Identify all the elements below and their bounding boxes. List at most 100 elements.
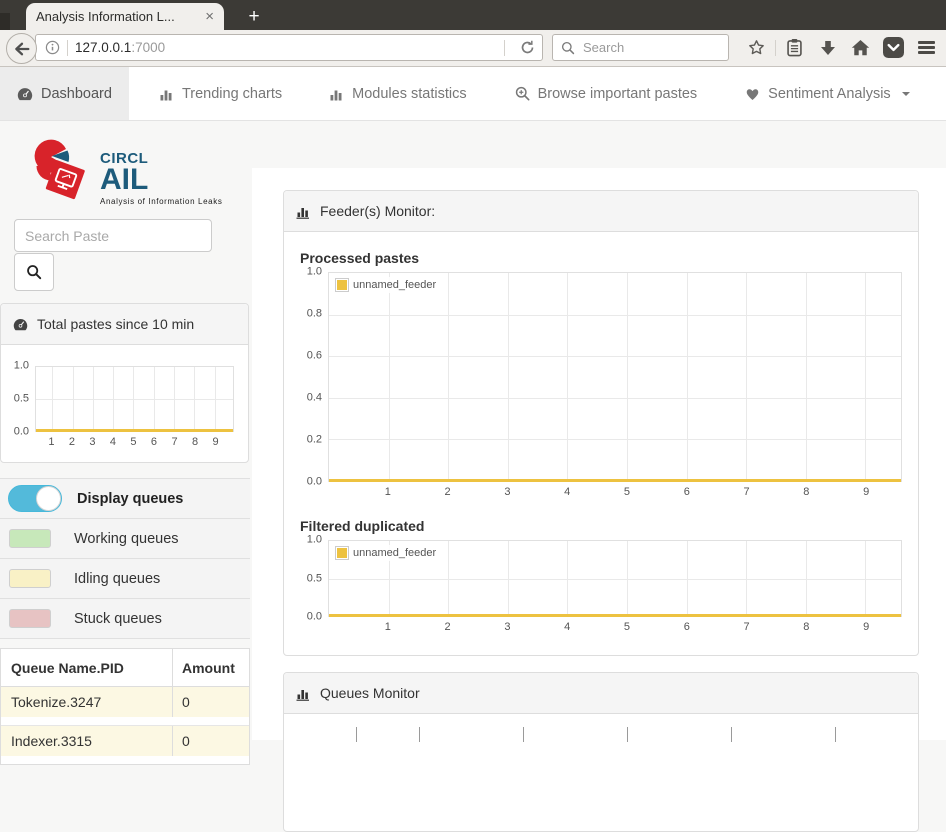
- queues-monitor-chart: [316, 714, 902, 832]
- total-pastes-chart: 1.0 0.5 0.0 123456789: [5, 359, 234, 450]
- queues-monitor-panel: Queues Monitor: [283, 672, 919, 832]
- x-axis-labels: 123456789: [48, 436, 219, 448]
- tab-title: Analysis Information L...: [36, 9, 175, 24]
- pocket-button[interactable]: [877, 33, 910, 63]
- nav-item-trending-charts[interactable]: Trending charts: [143, 67, 299, 120]
- series-line: [36, 429, 233, 432]
- menu-icon: [918, 38, 935, 56]
- nav-item-browse-important-pastes[interactable]: Browse important pastes: [498, 67, 715, 120]
- processed-pastes-chart: 1.0 0.8 0.6 0.4 0.2 0.0 unnamed_feeder 123456…: [298, 265, 902, 504]
- amount-cell: 0: [172, 687, 249, 717]
- back-button[interactable]: [6, 33, 37, 64]
- search-icon: [561, 41, 575, 55]
- star-icon: [747, 38, 766, 57]
- plot-area: [35, 366, 234, 432]
- url-divider: [67, 39, 68, 56]
- browser-search-bar[interactable]: [552, 34, 729, 61]
- total-pastes-panel: Total pastes since 10 min 1.0 0.5 0.0 1234…: [0, 303, 249, 463]
- logo-product: AIL: [100, 163, 149, 196]
- site-navbar: Dashboard Trending charts Modules statis…: [0, 67, 946, 121]
- working-queues-row: Working queues: [0, 519, 250, 559]
- table-row: Tokenize.3247 0: [1, 687, 249, 717]
- home-button[interactable]: [844, 33, 877, 63]
- legend-swatch: [335, 278, 349, 292]
- queues-monitor-header: Queues Monitor: [284, 673, 918, 714]
- nav-item-label: Dashboard: [41, 85, 112, 102]
- reload-icon: [520, 40, 535, 55]
- nav-item-dashboard[interactable]: Dashboard: [0, 67, 129, 120]
- nav-item-label: Trending charts: [181, 85, 283, 102]
- reload-button[interactable]: [512, 40, 542, 55]
- queue-name-cell: Indexer.3315: [11, 733, 92, 749]
- search-icon: [26, 264, 42, 280]
- stuck-queues-label: Stuck queues: [74, 610, 162, 627]
- display-queues-toggle[interactable]: [8, 485, 62, 512]
- working-queues-swatch: [9, 529, 51, 548]
- nav-item-modules-statistics[interactable]: Modules statistics: [313, 67, 483, 120]
- queue-name-cell: Tokenize.3247: [11, 694, 102, 710]
- queue-table-header: Queue Name.PID Amount: [1, 649, 249, 687]
- queue-status-table: Queue Name.PID Amount Tokenize.3247 0 In…: [0, 648, 250, 765]
- download-icon: [820, 40, 836, 56]
- queue-name-header: Queue Name.PID: [11, 659, 124, 676]
- total-pastes-panel-header: Total pastes since 10 min: [1, 304, 248, 345]
- tab-close-icon[interactable]: ×: [205, 9, 214, 24]
- filtered-duplicated-chart: 1.0 0.5 0.0 unnamed_feeder 123456789: [298, 533, 902, 639]
- feeder-monitor-panel: Feeder(s) Monitor: Processed pastes 1.0 0…: [283, 190, 919, 656]
- search-paste-input[interactable]: [14, 219, 212, 252]
- y-axis-labels: 1.0 0.8 0.6 0.4 0.2 0.0: [306, 265, 322, 488]
- nav-item-sentiment-analysis[interactable]: Sentiment Analysis: [728, 67, 927, 120]
- nav-item-label: Modules statistics: [352, 85, 467, 102]
- total-pastes-title: Total pastes since 10 min: [37, 316, 195, 332]
- processed-pastes-title: Processed pastes: [300, 250, 420, 266]
- series-line: [329, 614, 901, 617]
- search-paste-button[interactable]: [14, 253, 54, 291]
- browser-toolbar: 127.0.0.1:7000: [0, 30, 946, 67]
- toolbar-divider: [775, 39, 776, 56]
- browser-tab[interactable]: Analysis Information L... ×: [26, 3, 224, 30]
- x-axis-labels: 123456789: [384, 621, 870, 633]
- ail-logo: CIRCL AIL Analysis of Information Leaks: [24, 138, 222, 208]
- url-host: 127.0.0.1: [75, 40, 132, 55]
- reload-divider: [504, 39, 505, 56]
- info-icon[interactable]: [45, 40, 60, 55]
- browser-tab-bar: Analysis Information L... × +: [0, 0, 946, 30]
- url-port: :7000: [131, 40, 166, 55]
- amount-cell: 0: [172, 726, 249, 756]
- caret-down-icon: [901, 91, 910, 96]
- feeder-monitor-title: Feeder(s) Monitor:: [320, 203, 436, 219]
- queue-legend-list: Display queues Working queues Idling que…: [0, 478, 250, 639]
- bar-chart-icon: [160, 87, 174, 101]
- bookmark-star-button[interactable]: [740, 33, 773, 63]
- reading-list-icon: [786, 38, 803, 57]
- tab-bar-notch: [0, 13, 10, 30]
- back-icon: [14, 42, 30, 56]
- search-plus-icon: [515, 86, 530, 101]
- heart-icon: [745, 87, 760, 101]
- y-axis-labels: 1.0 0.5 0.0: [306, 533, 322, 623]
- display-queues-label: Display queues: [77, 490, 184, 507]
- series-line: [329, 479, 901, 482]
- new-tab-button[interactable]: +: [236, 3, 272, 30]
- chart-legend: unnamed_feeder: [334, 545, 441, 561]
- bar-chart-icon: [296, 686, 311, 701]
- amount-header: Amount: [172, 649, 249, 686]
- queues-monitor-title: Queues Monitor: [320, 685, 420, 701]
- plot-area: unnamed_feeder: [328, 540, 902, 617]
- reading-list-button[interactable]: [778, 33, 811, 63]
- home-icon: [851, 39, 870, 56]
- menu-button[interactable]: [910, 33, 943, 63]
- display-queues-row: Display queues: [0, 479, 250, 519]
- browser-search-input[interactable]: [581, 39, 720, 56]
- idling-queues-swatch: [9, 569, 51, 588]
- legend-swatch: [335, 546, 349, 560]
- table-row: Indexer.3315 0: [1, 725, 249, 756]
- downloads-button[interactable]: [811, 33, 844, 63]
- toggle-knob: [36, 486, 61, 511]
- feeder-monitor-header: Feeder(s) Monitor:: [284, 191, 918, 232]
- logo-tagline: Analysis of Information Leaks: [100, 196, 223, 206]
- url-bar[interactable]: 127.0.0.1:7000: [35, 34, 543, 61]
- idling-queues-label: Idling queues: [74, 570, 161, 587]
- y-axis-labels: 1.0 0.5 0.0: [13, 359, 29, 438]
- chart-legend: unnamed_feeder: [334, 277, 441, 293]
